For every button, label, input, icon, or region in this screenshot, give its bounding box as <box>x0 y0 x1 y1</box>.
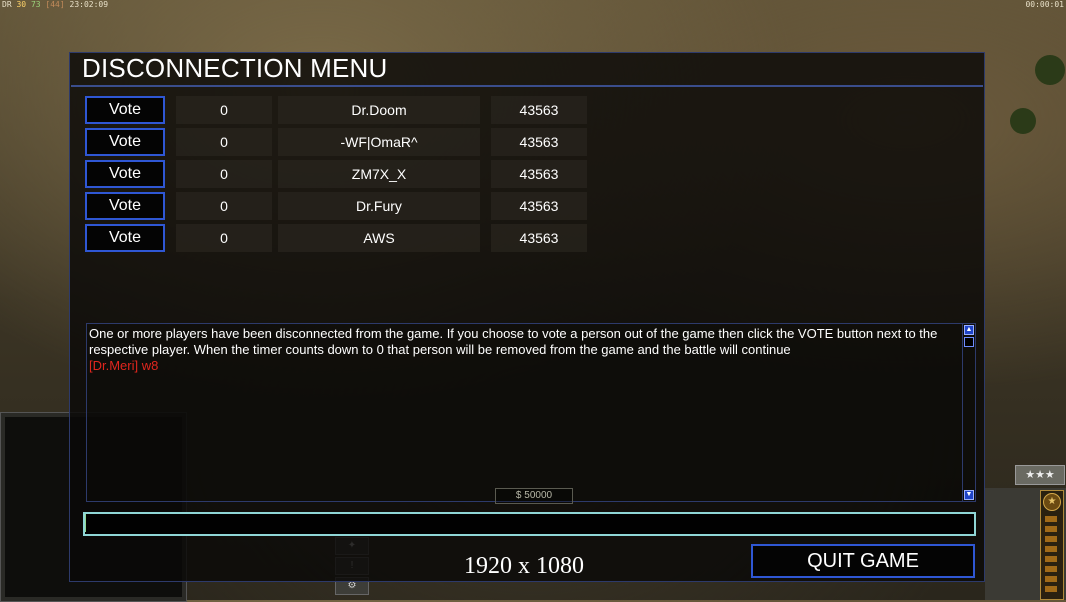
rank-bar-segment <box>1045 566 1057 572</box>
hud-clock: 23:02:09 <box>69 0 109 9</box>
rank-emblem-icon: ★ <box>1043 493 1061 511</box>
dialog-title: DISCONNECTION MENU <box>82 53 388 83</box>
hud-prefix: DR <box>2 0 12 9</box>
vote-count: 0 <box>176 96 272 124</box>
scroll-thumb[interactable] <box>964 337 974 347</box>
scroll-down-icon[interactable]: ▼ <box>964 490 974 500</box>
vote-button[interactable]: Vote <box>85 128 165 156</box>
quit-game-button[interactable]: QUIT GAME <box>751 544 975 578</box>
money-readout: $ 50000 <box>495 488 573 504</box>
rank-stars-icon: ★★★ <box>1015 465 1065 485</box>
chat-input[interactable] <box>83 512 976 536</box>
message-scrollbar[interactable]: ▲ ▼ <box>962 324 975 501</box>
player-timer: 43563 <box>491 96 587 124</box>
tree-decoration <box>1010 108 1036 134</box>
hud-game-timer: 00:00:01 <box>1025 0 1064 9</box>
player-name: ZM7X_X <box>278 160 480 188</box>
rank-bar-segment <box>1045 576 1057 582</box>
rank-bar-segment <box>1045 556 1057 562</box>
hud-value-b: 73 <box>30 0 41 9</box>
resolution-label: 1920 x 1080 <box>464 553 584 579</box>
player-name: AWS <box>278 224 480 252</box>
player-name: Dr.Fury <box>278 192 480 220</box>
rank-bar-segment <box>1045 516 1057 522</box>
message-log[interactable]: One or more players have been disconnect… <box>86 323 976 502</box>
system-message: One or more players have been disconnect… <box>89 326 938 357</box>
vote-button[interactable]: Vote <box>85 224 165 252</box>
title-divider <box>71 85 983 87</box>
message-log-text: One or more players have been disconnect… <box>89 326 961 374</box>
vote-count: 0 <box>176 192 272 220</box>
vote-count: 0 <box>176 224 272 252</box>
disconnection-dialog: DISCONNECTION MENU Vote 0 Dr.Doom 43563 … <box>69 52 985 582</box>
rank-bar-segment <box>1045 536 1057 542</box>
vote-button[interactable]: Vote <box>85 160 165 188</box>
hud-value-c: [44] <box>45 0 65 9</box>
scroll-up-icon[interactable]: ▲ <box>964 325 974 335</box>
hud-value-a: 30 <box>16 0 27 9</box>
rank-bar-segment <box>1045 526 1057 532</box>
hud-status-text: DR 30 73 [44] 23:02:09 <box>2 0 108 9</box>
player-name: Dr.Doom <box>278 96 480 124</box>
player-name: -WF|OmaR^ <box>278 128 480 156</box>
player-timer: 43563 <box>491 160 587 188</box>
rank-bar-segment <box>1045 586 1057 592</box>
rank-bar-segment <box>1045 546 1057 552</box>
player-timer: 43563 <box>491 128 587 156</box>
player-timer: 43563 <box>491 192 587 220</box>
tree-decoration <box>1035 55 1065 85</box>
vote-button[interactable]: Vote <box>85 192 165 220</box>
vote-count: 0 <box>176 160 272 188</box>
chat-message: [Dr.Meri] w8 <box>89 358 159 373</box>
text-caret <box>85 514 86 532</box>
vote-button[interactable]: Vote <box>85 96 165 124</box>
vote-count: 0 <box>176 128 272 156</box>
player-timer: 43563 <box>491 224 587 252</box>
